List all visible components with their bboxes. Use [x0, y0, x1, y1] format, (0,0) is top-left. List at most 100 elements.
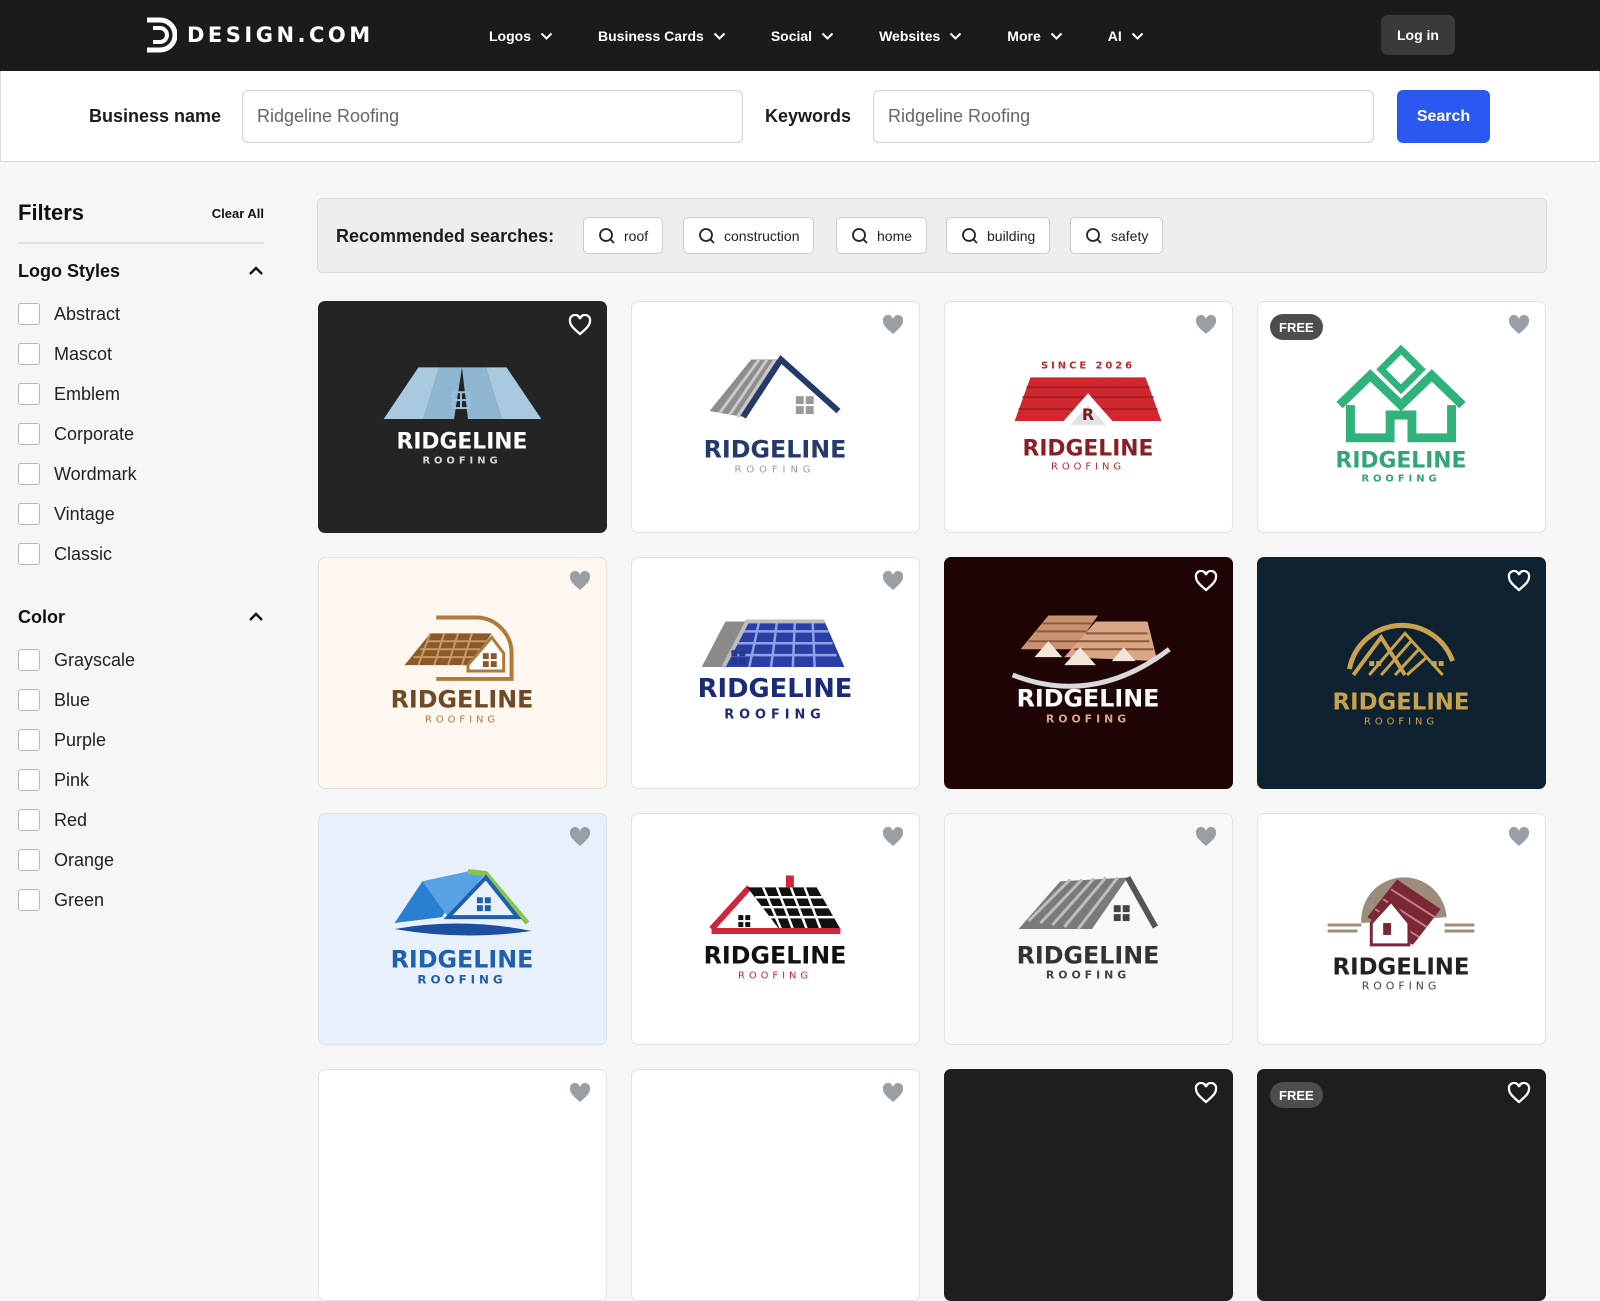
- chip-safety[interactable]: safety: [1070, 217, 1164, 254]
- option-label: Vintage: [54, 503, 115, 524]
- chip-building[interactable]: building: [946, 217, 1051, 254]
- keywords-input[interactable]: [873, 90, 1374, 143]
- heart-icon[interactable]: [881, 1082, 905, 1104]
- checkbox[interactable]: [18, 769, 40, 791]
- logo-name: RIDGELINE: [704, 436, 847, 464]
- nav-more[interactable]: More: [1007, 28, 1062, 44]
- option-label: Blue: [54, 689, 91, 710]
- nav-ai[interactable]: AI: [1108, 28, 1144, 44]
- filter-option-vintage[interactable]: Vintage: [18, 494, 264, 534]
- top-navigation: DESIGN.COM Logos Business Cards Social W…: [0, 0, 1600, 71]
- recommended-label: Recommended searches:: [336, 226, 555, 246]
- logo-card[interactable]: RIDGELINE ROOFING: [318, 813, 607, 1045]
- chip-roof[interactable]: roof: [583, 217, 664, 254]
- filter-option-abstract[interactable]: Abstract: [18, 294, 264, 334]
- logo-card[interactable]: [631, 1069, 920, 1301]
- search-bar: Business name Keywords Search: [0, 71, 1600, 162]
- logo-card[interactable]: RIDGELINE ROOFING: [631, 557, 920, 789]
- checkbox[interactable]: [18, 649, 40, 671]
- option-label: Red: [54, 809, 88, 830]
- filter-option-corporate[interactable]: Corporate: [18, 414, 264, 454]
- login-button[interactable]: Log in: [1381, 15, 1455, 55]
- logo-card[interactable]: RIDGELINE ROOFING: [1257, 813, 1546, 1045]
- checkbox[interactable]: [18, 503, 40, 525]
- logo-card[interactable]: FREE: [1257, 1069, 1546, 1301]
- heart-icon[interactable]: [1507, 314, 1531, 336]
- filter-option-grayscale[interactable]: Grayscale: [18, 640, 264, 680]
- filters-title: Filters: [18, 200, 85, 225]
- chip-construction[interactable]: construction: [683, 217, 815, 254]
- heart-icon[interactable]: [1507, 570, 1531, 592]
- nav-websites[interactable]: Websites: [879, 28, 962, 44]
- checkbox[interactable]: [18, 889, 40, 911]
- checkbox[interactable]: [18, 463, 40, 485]
- checkbox[interactable]: [18, 383, 40, 405]
- chip-home[interactable]: home: [836, 217, 928, 254]
- filters-header: Filters Clear All: [18, 195, 264, 231]
- checkbox[interactable]: [18, 303, 40, 325]
- logo-name: RIDGELINE: [698, 674, 853, 704]
- filter-option-orange[interactable]: Orange: [18, 840, 264, 880]
- heart-icon[interactable]: [568, 570, 592, 592]
- checkbox[interactable]: [18, 423, 40, 445]
- checkbox[interactable]: [18, 543, 40, 565]
- nav-menu: Logos Business Cards Social Websites Mor…: [489, 0, 1144, 71]
- heart-icon[interactable]: [1194, 570, 1218, 592]
- checkbox[interactable]: [18, 729, 40, 751]
- logo-card[interactable]: RIDGELINE ROOFING: [944, 557, 1233, 789]
- checkbox[interactable]: [18, 343, 40, 365]
- logo-sub: ROOFING: [1364, 717, 1438, 728]
- nav-business-cards[interactable]: Business Cards: [598, 28, 726, 44]
- checkbox[interactable]: [18, 809, 40, 831]
- logo-card[interactable]: RIDGELINE ROOFING: [944, 813, 1233, 1045]
- brand-logo[interactable]: DESIGN.COM: [143, 16, 374, 54]
- filter-option-red[interactable]: Red: [18, 800, 264, 840]
- heart-icon[interactable]: [881, 314, 905, 336]
- heart-icon[interactable]: [1194, 826, 1218, 848]
- color-toggle[interactable]: Color: [18, 594, 264, 640]
- filter-option-classic[interactable]: Classic: [18, 534, 264, 574]
- logo-name: RIDGELINE: [1017, 685, 1160, 713]
- filter-option-pink[interactable]: Pink: [18, 760, 264, 800]
- logo-card[interactable]: RIDGELINE ROOFING FREE: [1257, 301, 1546, 533]
- heart-icon[interactable]: [881, 826, 905, 848]
- filter-option-wordmark[interactable]: Wordmark: [18, 454, 264, 494]
- logo-card[interactable]: RIDGELINE ROOFING: [1257, 557, 1546, 789]
- logo-card[interactable]: [944, 1069, 1233, 1301]
- heart-icon[interactable]: [1507, 826, 1531, 848]
- filter-option-blue[interactable]: Blue: [18, 680, 264, 720]
- filter-option-mascot[interactable]: Mascot: [18, 334, 264, 374]
- search-button[interactable]: Search: [1397, 90, 1490, 143]
- chevron-down-icon: [540, 32, 553, 40]
- checkbox[interactable]: [18, 689, 40, 711]
- option-label: Green: [54, 889, 105, 910]
- filter-option-emblem[interactable]: Emblem: [18, 374, 264, 414]
- nav-social[interactable]: Social: [771, 28, 834, 44]
- search-icon: [962, 227, 978, 244]
- logo-card[interactable]: SINCE 2026 R RIDGELINE ROOFING: [944, 301, 1233, 533]
- heart-icon[interactable]: [1194, 314, 1218, 336]
- logo-card[interactable]: RIDGELINE ROOFING: [318, 301, 607, 533]
- heart-icon[interactable]: [881, 570, 905, 592]
- logo-card[interactable]: RIDGELINE ROOFING: [631, 301, 920, 533]
- checkbox[interactable]: [18, 849, 40, 871]
- nav-logos[interactable]: Logos: [489, 28, 553, 44]
- logo-card[interactable]: RIDGELINE ROOFING: [631, 813, 920, 1045]
- search-icon: [852, 227, 868, 244]
- heart-icon[interactable]: [1507, 1082, 1531, 1104]
- logo-card[interactable]: RIDGELINE ROOFING: [318, 557, 607, 789]
- heart-icon[interactable]: [568, 1082, 592, 1104]
- roof-logo-icon: RIDGELINE ROOFING: [1333, 622, 1469, 728]
- logo-card[interactable]: [318, 1069, 607, 1301]
- business-name-input[interactable]: [242, 90, 743, 143]
- heart-icon[interactable]: [568, 826, 592, 848]
- filter-option-purple[interactable]: Purple: [18, 720, 264, 760]
- heart-icon[interactable]: [568, 314, 592, 336]
- clear-all-button[interactable]: Clear All: [212, 206, 264, 221]
- filter-option-green[interactable]: Green: [18, 880, 264, 920]
- heart-icon[interactable]: [1194, 1082, 1218, 1104]
- logo-styles-toggle[interactable]: Logo Styles: [18, 248, 264, 294]
- brand-name: DESIGN.COM: [187, 23, 374, 47]
- business-name-label: Business name: [89, 106, 222, 126]
- chevron-down-icon: [821, 32, 834, 40]
